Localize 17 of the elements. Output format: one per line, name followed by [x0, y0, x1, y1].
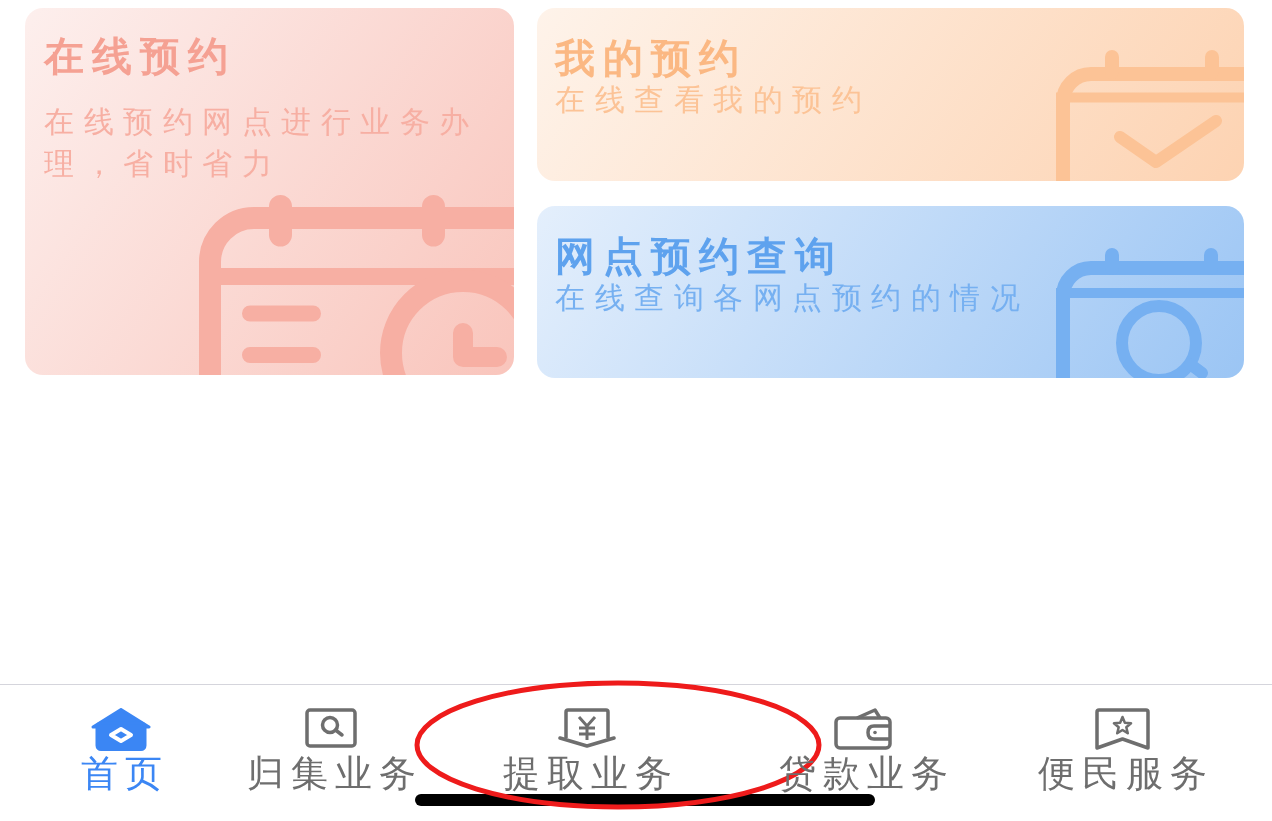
nav-tab[interactable]: 首页: [73, 708, 169, 791]
calendar-clock-icon: [199, 195, 514, 375]
card-title: 网点预约查询: [555, 232, 843, 280]
card-title: 我的预约: [555, 34, 747, 82]
nav-tab[interactable]: 便民服务: [1030, 708, 1214, 791]
nav-tab[interactable]: 提取业务: [495, 708, 679, 791]
nav-tab[interactable]: 归集业务: [239, 708, 423, 791]
card-description: 在线查询各网点预约的情况: [555, 280, 1029, 316]
card-title: 在线预约: [44, 32, 236, 80]
card-description: 在线查看我的预约: [555, 82, 871, 118]
yen-tag-icon: [558, 708, 616, 748]
wallet-icon: [834, 708, 892, 750]
home-icon: [91, 708, 151, 751]
bookmark-star-icon: [1094, 708, 1150, 751]
calendar-check-icon: [1056, 50, 1244, 181]
calendar-search-icon: [1056, 248, 1244, 378]
search-icon: [305, 708, 357, 748]
